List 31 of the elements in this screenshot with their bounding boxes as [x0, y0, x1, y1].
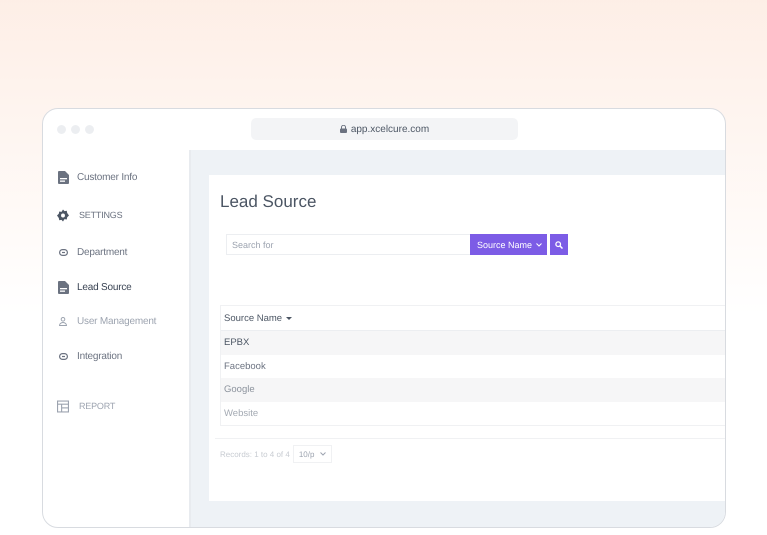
search-button[interactable] — [550, 234, 568, 255]
link-icon — [58, 352, 68, 360]
search-icon — [555, 240, 564, 248]
search-field[interactable]: Search for — [226, 234, 470, 255]
table-cell: Website — [224, 408, 258, 419]
page-size-dropdown[interactable]: 10/p — [292, 445, 332, 463]
chevron-icon — [536, 242, 542, 246]
page-title: Lead Source — [220, 192, 318, 212]
chevron-icon — [320, 452, 326, 456]
records-count: Records: 1 to 4 of 4 — [220, 450, 290, 458]
user-icon — [59, 317, 67, 326]
sidebar-section-label[interactable]: SETTINGS — [79, 210, 122, 220]
document-icon — [58, 280, 68, 294]
sidebar-item[interactable]: Customer Info — [77, 172, 138, 183]
document-icon — [58, 170, 68, 184]
address-bar[interactable]: app.xcelcure.com — [251, 118, 518, 140]
link-icon — [58, 249, 68, 256]
sidebar-item[interactable]: User Management — [77, 316, 156, 328]
table-cell: Google — [224, 384, 255, 396]
settings-icon — [57, 208, 69, 222]
layout-icon — [57, 400, 69, 412]
filter-dropdown[interactable]: Source Name — [470, 234, 548, 255]
sidebar-item[interactable]: Integration — [77, 350, 122, 362]
sort-caret-icon — [286, 316, 292, 320]
sidebar-item[interactable]: Lead Source — [77, 282, 132, 293]
sidebar-section-label[interactable]: REPORT — [79, 401, 116, 411]
sidebar-item[interactable]: Department — [77, 247, 128, 258]
table-cell: EPBX — [224, 337, 250, 348]
lock-icon — [340, 125, 347, 133]
column-header[interactable]: Source Name — [224, 312, 282, 324]
table-cell: Facebook — [224, 360, 266, 372]
